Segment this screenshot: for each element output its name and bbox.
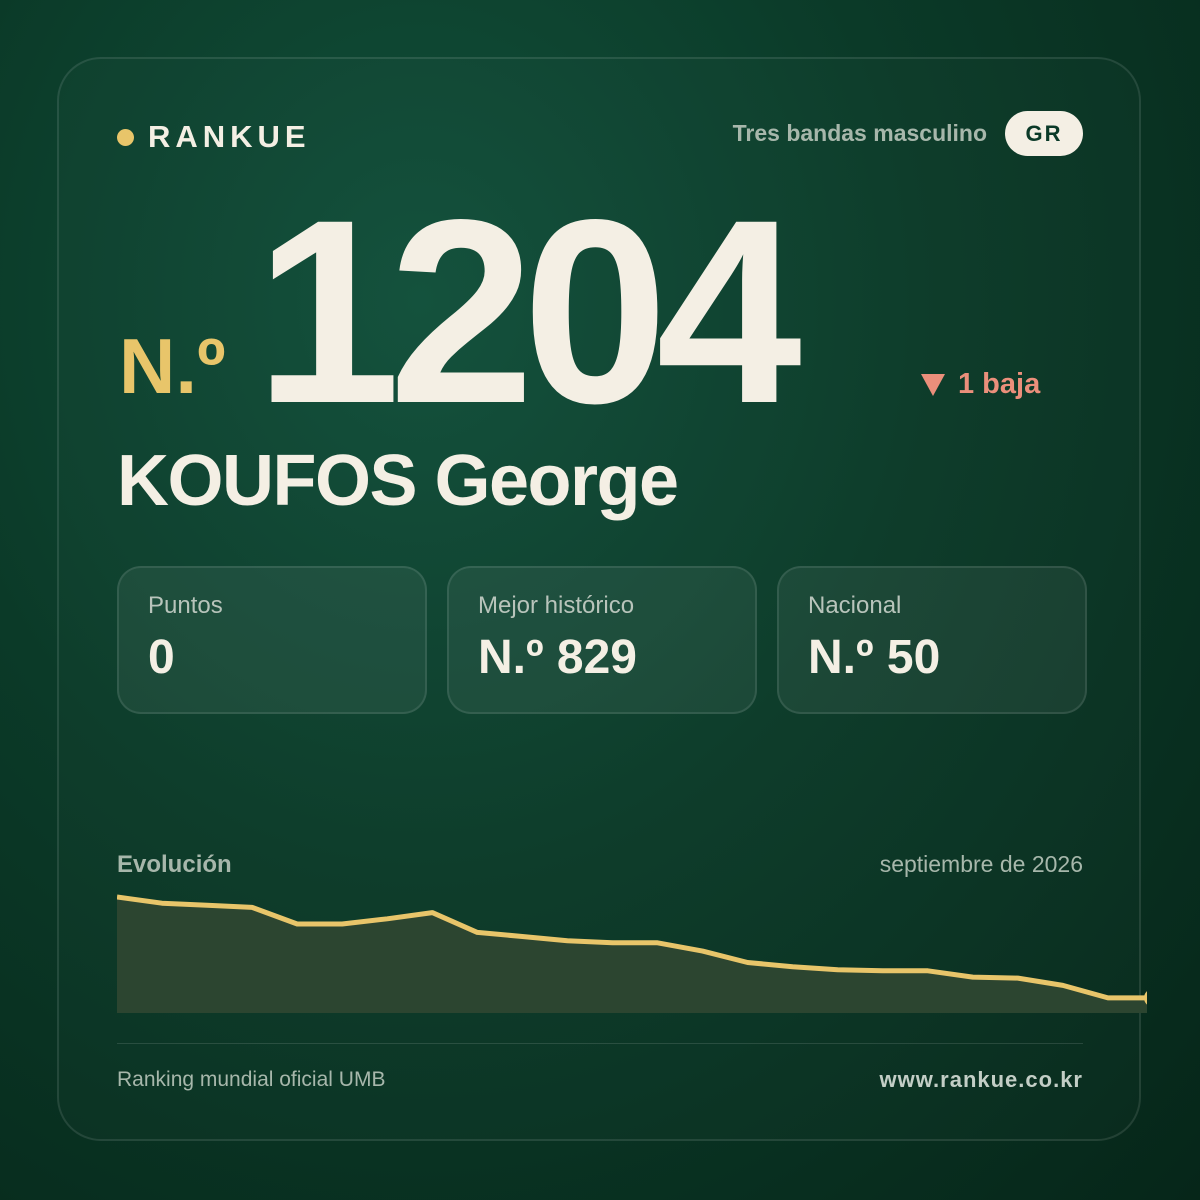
evolution-date: septiembre de 2026 [879, 851, 1083, 877]
stat-value: 0 [148, 631, 175, 684]
category-label: Tres bandas masculino [732, 120, 987, 146]
ranking-card: RANKUE Tres bandas masculino GR N.º 1204… [57, 57, 1147, 1141]
stat-card-best: Mejor histórico N.º 829 [447, 566, 757, 714]
stat-value: N.º 829 [478, 631, 637, 684]
stat-card-national: Nacional N.º 50 [777, 566, 1087, 714]
brand-dot-icon [117, 128, 134, 146]
evolution-title: Evolución [117, 851, 232, 878]
stat-card-points: Puntos 0 [117, 566, 427, 714]
country-badge: GR [1005, 111, 1083, 156]
stat-label: Mejor histórico [478, 592, 635, 619]
evolution-chart [117, 894, 1147, 1013]
brand: RANKUE [117, 119, 311, 155]
category-header: Tres bandas masculino GR [733, 111, 1083, 156]
footer-divider [117, 1043, 1083, 1044]
footer-website-link[interactable]: www.rankue.co.kr [880, 1067, 1083, 1093]
rank-prefix: N.º [119, 322, 226, 410]
player-name: KOUFOS George [117, 441, 679, 521]
stat-label: Puntos [148, 592, 223, 619]
brand-name: RANKUE [148, 119, 311, 154]
stat-label: Nacional [808, 592, 902, 619]
arrow-down-icon [921, 373, 945, 396]
stat-value: N.º 50 [808, 631, 941, 684]
rank-number: 1204 [255, 165, 802, 458]
rank-change: 1 baja [921, 368, 1040, 401]
rank-change-label: 1 baja [958, 368, 1041, 400]
footer-source: Ranking mundial oficial UMB [117, 1068, 386, 1091]
